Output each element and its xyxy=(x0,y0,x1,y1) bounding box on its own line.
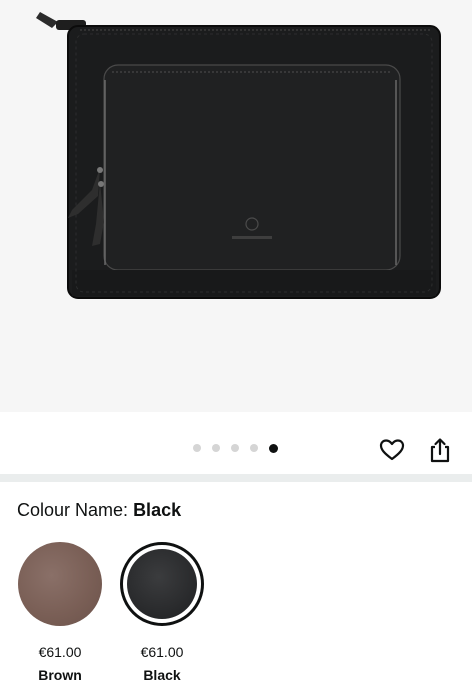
section-divider xyxy=(0,474,472,482)
swatch-option-brown[interactable]: €61.00 Brown xyxy=(15,542,105,683)
carousel-dots xyxy=(193,443,278,453)
carousel-dot[interactable] xyxy=(212,444,220,452)
carousel-dot[interactable] xyxy=(193,444,201,452)
swatch-price: €61.00 xyxy=(38,644,82,660)
selected-colour: Black xyxy=(133,500,182,520)
colour-label-text: Colour Name: xyxy=(17,500,129,520)
carousel-dot[interactable] xyxy=(231,444,239,452)
carousel-dot[interactable] xyxy=(250,444,258,452)
swatch-price: €61.00 xyxy=(140,644,184,660)
carousel-dot-active[interactable] xyxy=(269,443,278,453)
share-button[interactable] xyxy=(425,435,455,465)
swatch-option-black[interactable]: €61.00 Black xyxy=(117,542,207,683)
wishlist-button[interactable] xyxy=(377,435,407,465)
laptop-sleeve-image xyxy=(36,12,441,299)
product-image[interactable] xyxy=(0,0,472,412)
share-icon xyxy=(430,438,450,463)
swatch-black-selected[interactable] xyxy=(120,542,204,626)
swatch-brown[interactable] xyxy=(18,542,102,626)
heart-icon xyxy=(379,439,405,461)
swatch-name: Brown xyxy=(38,667,82,683)
swatch-name: Black xyxy=(143,667,181,683)
colour-name-label: Colour Name: Black xyxy=(17,500,181,521)
